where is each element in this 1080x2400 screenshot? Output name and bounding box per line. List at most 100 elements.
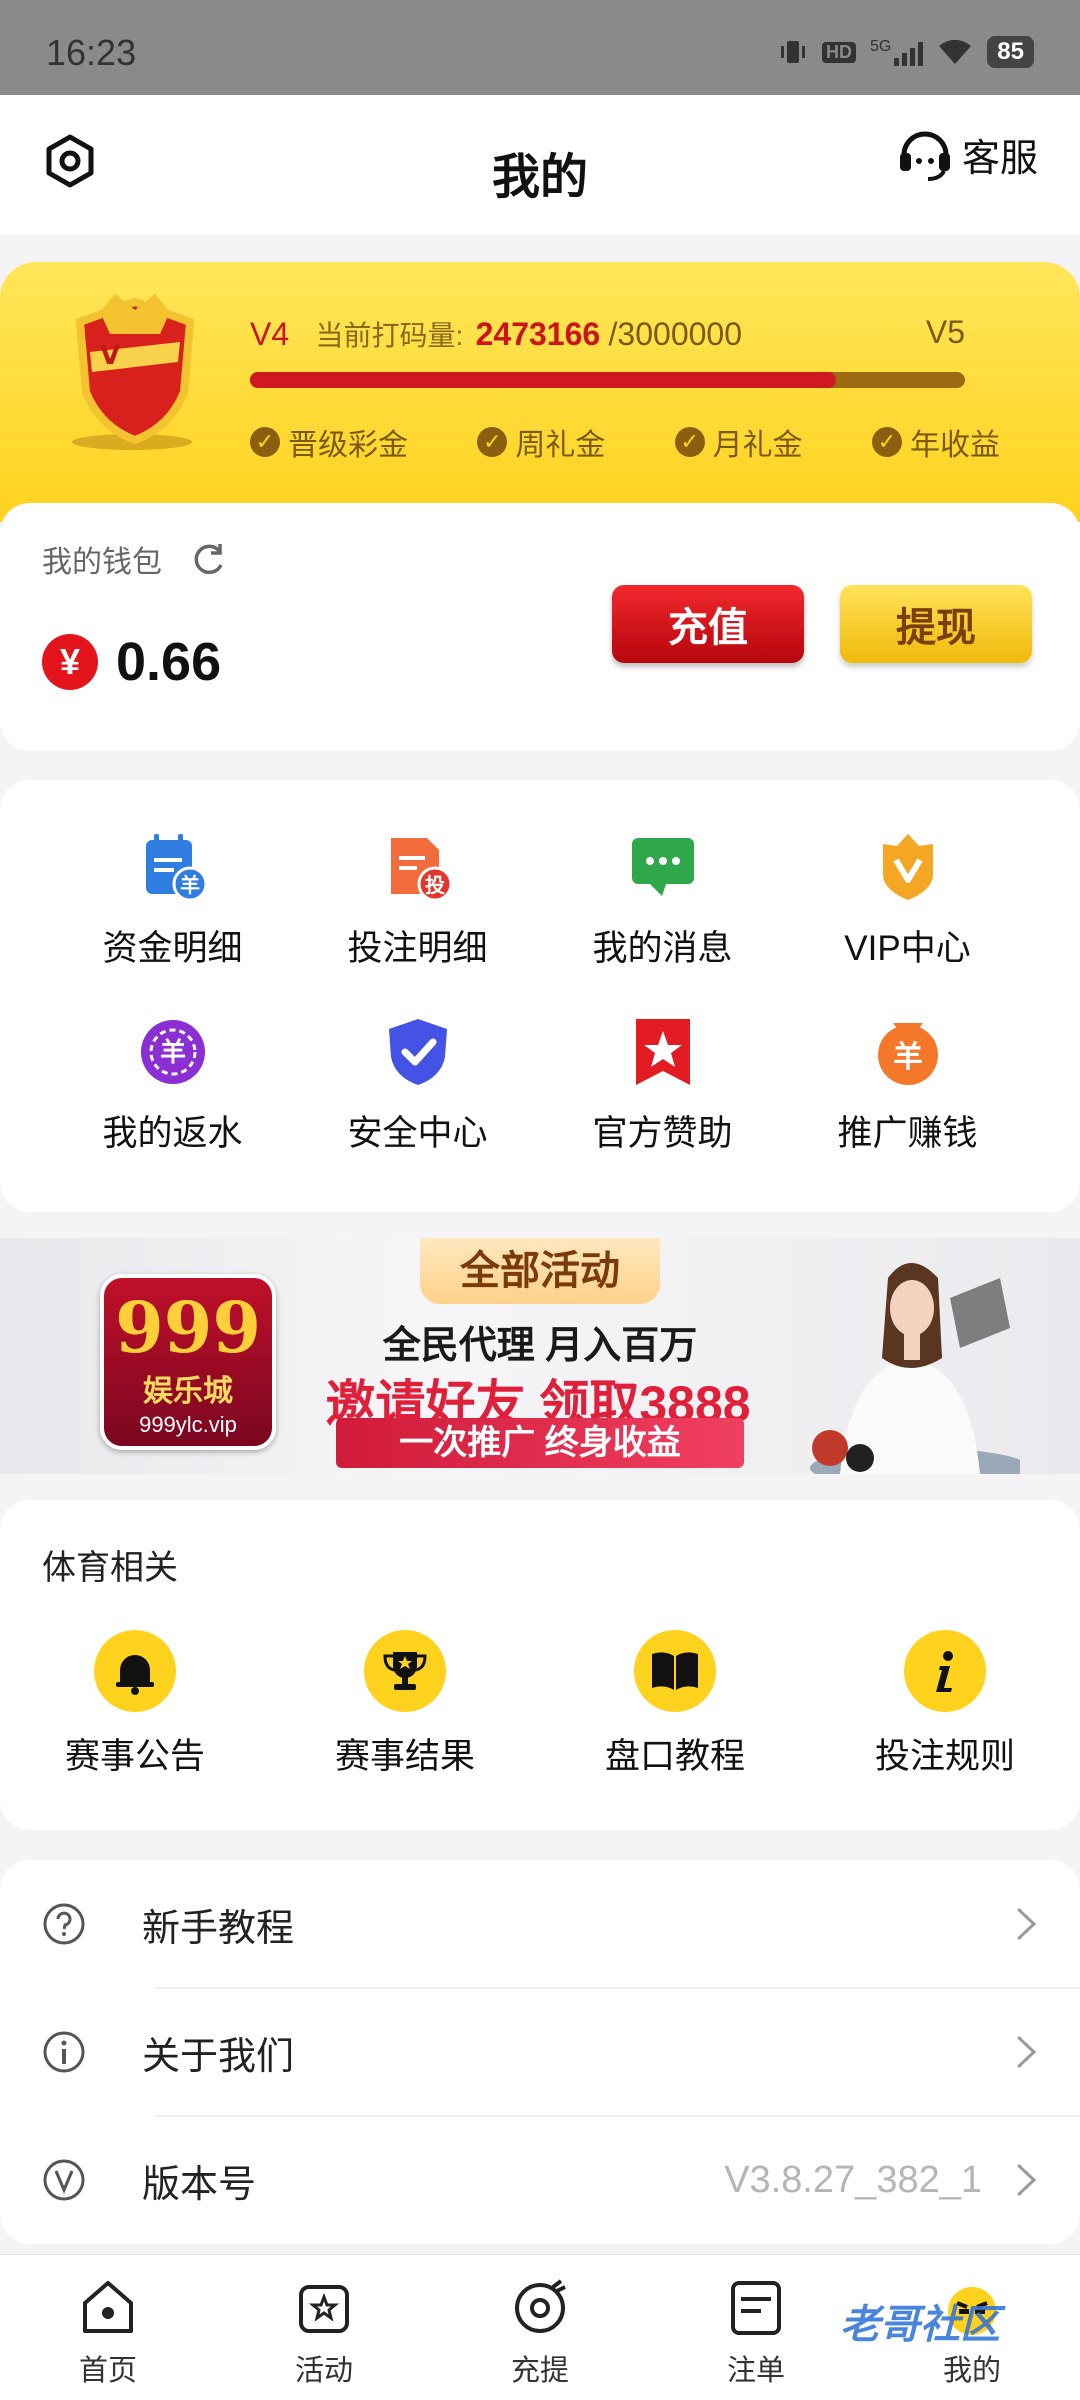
tab-activity[interactable]: 活动 bbox=[216, 2255, 432, 2400]
chevron-right-icon bbox=[1016, 2163, 1037, 2197]
vip-shield-icon: V bbox=[72, 294, 195, 450]
trophy-icon bbox=[383, 1652, 427, 1690]
casino-logo: 999 娱乐城 999ylc.vip bbox=[100, 1274, 276, 1450]
book-icon bbox=[652, 1652, 698, 1690]
status-bar: 16:23 HD 5G 85 bbox=[0, 0, 1080, 95]
check-icon: ✓ bbox=[477, 427, 508, 457]
banner-line-1: 全民代理 月入百万 bbox=[382, 1325, 698, 1367]
tab-deposit[interactable]: 充提 bbox=[432, 2255, 648, 2400]
sports-title: 体育相关 bbox=[42, 1549, 178, 1587]
version-icon bbox=[43, 2159, 85, 2201]
home-icon bbox=[83, 2281, 133, 2333]
sports-section: 体育相关 赛事公告 赛事结果 盘口教程 投注规则 bbox=[0, 1500, 1080, 1830]
fund-detail-icon: 羊 bbox=[145, 834, 207, 902]
banner-line-3: 一次推广 终身收益 bbox=[336, 1418, 744, 1468]
feature-sponsor[interactable]: 官方赞助 bbox=[540, 1015, 785, 1156]
info-icon bbox=[936, 1651, 953, 1692]
menu-item-about[interactable]: 关于我们 bbox=[0, 1988, 1080, 2116]
check-icon: ✓ bbox=[871, 427, 902, 457]
deposit-icon bbox=[515, 2279, 566, 2333]
tab-orders[interactable]: 注单 bbox=[648, 2255, 864, 2400]
sports-item-announcement[interactable]: 赛事公告 bbox=[15, 1630, 255, 1779]
wallet-balance: ¥ 0.66 bbox=[42, 631, 221, 693]
message-icon bbox=[631, 838, 694, 896]
svg-text:羊: 羊 bbox=[159, 1037, 185, 1068]
headset-icon bbox=[899, 131, 950, 181]
withdraw-button[interactable]: 提现 bbox=[840, 585, 1032, 663]
feature-bet-detail[interactable]: 投 投注明细 bbox=[295, 830, 540, 971]
rebate-icon: 羊 bbox=[140, 1020, 205, 1084]
wallet-card: 我的钱包 ¥ 0.66 充值 提现 bbox=[0, 503, 1080, 751]
svg-text:羊: 羊 bbox=[893, 1040, 923, 1075]
bell-icon bbox=[116, 1655, 154, 1695]
feature-security[interactable]: 安全中心 bbox=[295, 1015, 540, 1156]
vip-level-next: V5 bbox=[925, 314, 965, 350]
svg-text:羊: 羊 bbox=[180, 873, 200, 897]
svg-text:投: 投 bbox=[425, 873, 445, 897]
vip-crown-icon bbox=[882, 834, 933, 900]
vip-perk: ✓ 年收益 bbox=[871, 420, 1000, 464]
vip-perks: ✓ 晋级彩金 ✓ 周礼金 ✓ 月礼金 ✓ 年收益 bbox=[250, 420, 1000, 464]
feature-messages[interactable]: 我的消息 bbox=[540, 830, 785, 971]
check-icon: ✓ bbox=[674, 427, 705, 457]
sports-item-rules[interactable]: 投注规则 bbox=[825, 1630, 1065, 1779]
vip-target-value: /3000000 bbox=[608, 316, 742, 352]
battery-icon: 85 bbox=[987, 36, 1034, 68]
feature-rebate[interactable]: 羊 我的返水 bbox=[50, 1015, 295, 1156]
sponsor-star-icon bbox=[635, 1019, 690, 1085]
vip-perk: ✓ 月礼金 bbox=[674, 420, 803, 464]
sports-item-results[interactable]: 赛事结果 bbox=[285, 1630, 525, 1779]
vip-perk: ✓ 晋级彩金 bbox=[250, 420, 408, 464]
wifi-icon bbox=[939, 39, 972, 64]
charge-button[interactable]: 充值 bbox=[612, 585, 804, 663]
hd-icon: HD bbox=[821, 41, 856, 63]
promo-banner[interactable]: 999 娱乐城 999ylc.vip 全部活动 全民代理 月入百万 邀请好友 领… bbox=[0, 1238, 1080, 1474]
bet-detail-icon: 投 bbox=[390, 838, 452, 902]
vip-current-value: 2473166 bbox=[475, 316, 601, 352]
chevron-right-icon bbox=[1016, 1907, 1037, 1941]
feature-vip-center[interactable]: VIP中心 bbox=[785, 830, 1030, 971]
vip-level-current: V4 bbox=[250, 316, 290, 352]
watermark: 老哥社区 bbox=[840, 2303, 1000, 2347]
vip-progress-bar bbox=[250, 372, 965, 388]
customer-service-label: 客服 bbox=[961, 137, 1038, 180]
customer-service-button[interactable]: 客服 bbox=[896, 125, 1038, 183]
vip-progress-fill bbox=[250, 372, 837, 388]
orders-icon bbox=[731, 2281, 781, 2335]
wallet-label: 我的钱包 bbox=[42, 546, 162, 579]
menu-item-tutorial[interactable]: 新手教程 bbox=[0, 1860, 1080, 1988]
question-icon bbox=[43, 1903, 85, 1945]
check-icon: ✓ bbox=[250, 427, 280, 457]
menu-item-version[interactable]: 版本号 V3.8.27_382_1 bbox=[0, 2116, 1080, 2244]
sports-item-tutorial[interactable]: 盘口教程 bbox=[555, 1630, 795, 1779]
about-icon bbox=[43, 2031, 85, 2073]
feature-grid: 羊 资金明细 投 投注明细 我的消息 VIP中心 羊 我的返水 安全中心 官方赞… bbox=[0, 830, 1080, 1156]
feature-promotion[interactable]: 羊 推广赚钱 bbox=[785, 1015, 1030, 1156]
vip-card[interactable]: V V4 当前打码量: 2473166 /3000000 V5 bbox=[0, 262, 1080, 522]
tab-home[interactable]: 首页 bbox=[0, 2255, 216, 2400]
status-time: 16:23 bbox=[46, 32, 137, 73]
chevron-right-icon bbox=[1016, 2035, 1037, 2069]
wallet-header: 我的钱包 bbox=[42, 537, 228, 581]
yen-icon: ¥ bbox=[42, 634, 98, 690]
signal-icon: 5G bbox=[870, 38, 924, 66]
promo-money-icon: 羊 bbox=[877, 1023, 938, 1085]
sports-items: 赛事公告 赛事结果 盘口教程 投注规则 bbox=[0, 1630, 1080, 1779]
vip-perk: ✓ 周礼金 bbox=[477, 420, 605, 464]
menu-list: 新手教程 关于我们 版本号 V3.8.27_382_1 bbox=[0, 1860, 1080, 2244]
status-icons: HD 5G 85 bbox=[778, 36, 1034, 68]
version-value: V3.8.27_382_1 bbox=[724, 2158, 982, 2201]
feature-fund-detail[interactable]: 羊 资金明细 bbox=[50, 830, 295, 971]
feature-grid-card: 羊 资金明细 投 投注明细 我的消息 VIP中心 羊 我的返水 安全中心 官方赞… bbox=[0, 780, 1080, 1212]
vibrate-icon bbox=[780, 41, 805, 63]
top-bar: 我的 客服 bbox=[0, 95, 1080, 235]
banner-tag: 全部活动 bbox=[420, 1238, 660, 1304]
vip-progress-label: 当前打码量: bbox=[315, 320, 464, 351]
shield-check-icon bbox=[388, 1019, 447, 1085]
banner-model-image bbox=[810, 1263, 1020, 1474]
refresh-icon[interactable] bbox=[190, 540, 228, 578]
vip-progress-text: V4 当前打码量: 2473166 /3000000 V5 bbox=[250, 314, 965, 354]
svg-text:V: V bbox=[100, 341, 120, 371]
balance-value: 0.66 bbox=[116, 632, 222, 692]
activity-icon bbox=[299, 2285, 349, 2333]
